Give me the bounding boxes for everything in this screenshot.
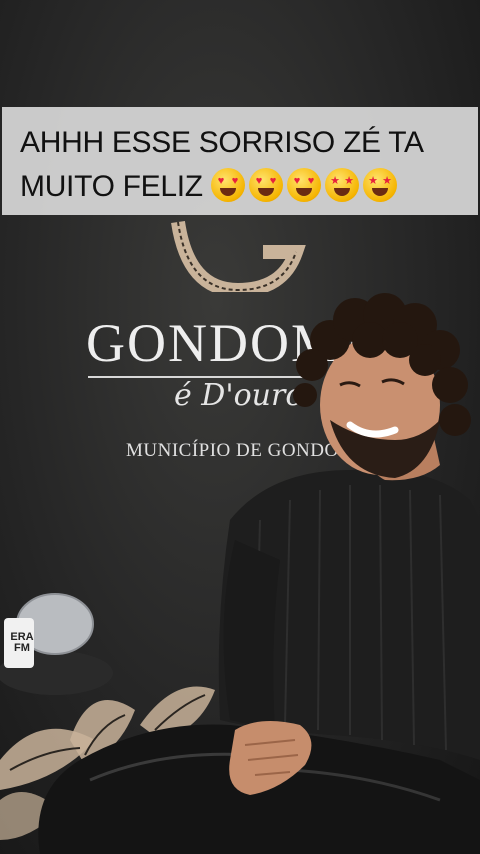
caption-line-2-text: MUITO FELIZ [20,170,203,203]
mic-flag-label: ERA FM [10,631,34,654]
star-struck-emoji-icon: ★ ★ [362,168,397,202]
caption-line-1: AHHH ESSE SORRISO ZÉ TA [20,126,424,159]
star-struck-emoji-icon: ★ ★ [324,168,359,202]
caption-line-2: MUITO FELIZ ♥ ♥ ♥ ♥ ♥ ♥ ★ ★ ★ ★ [20,165,468,209]
heart-eyes-emoji-icon: ♥ ♥ [286,168,321,202]
heart-eyes-emoji-icon: ♥ ♥ [210,168,245,202]
heart-eyes-emoji-icon: ♥ ♥ [248,168,283,202]
caption-banner: AHHH ESSE SORRISO ZÉ TA MUITO FELIZ ♥ ♥ ♥ ♥… [2,107,478,215]
video-frame: GONDOMA é D'ouro MUNICÍPIO DE GONDOMA ER… [0,0,480,854]
